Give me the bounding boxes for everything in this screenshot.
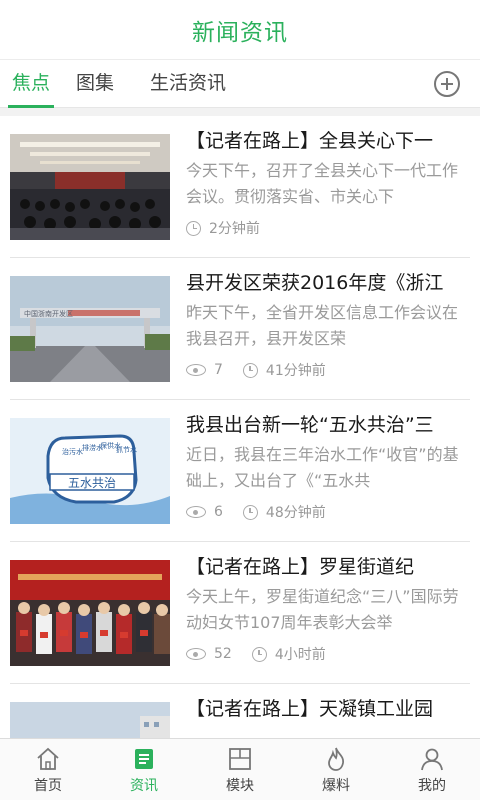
news-summary: 近日，我县在三年治水工作“收官”的基础上，又出台了《“五水共 xyxy=(186,445,459,490)
fist-word-4: 抓节水 xyxy=(116,445,137,454)
five-water-fist-logo: 五水共治 治污水 排涝水 保供水 抓节水 xyxy=(10,418,170,524)
awards-ceremony-photo xyxy=(10,560,170,666)
modules-icon xyxy=(229,748,251,770)
news-summary: 今天上午，罗星街道纪念“三八”国际劳动妇女节107周年表彰大会举 xyxy=(186,587,459,632)
meeting-hall-photo xyxy=(10,134,170,240)
news-title: 我县出台新一轮“五水共治”三 xyxy=(186,414,434,436)
tab-gallery[interactable]: 图集 xyxy=(76,60,114,108)
bottom-navigation: 首页 资讯 模块 爆料 我的 xyxy=(0,738,480,800)
news-item[interactable]: 【记者在路上】罗星街道纪 今天上午，罗星街道纪念“三八”国际劳动妇女节107周年… xyxy=(10,542,470,684)
nav-modules-label: 模块 xyxy=(226,778,254,794)
news-views: 6 xyxy=(214,504,223,520)
news-summary xyxy=(186,726,470,738)
tab-life-news[interactable]: 生活资讯 xyxy=(150,60,226,108)
clock-icon xyxy=(242,362,258,378)
nav-tips[interactable]: 爆料 xyxy=(288,739,384,800)
news-item[interactable]: 中国浙南开发区 县开发区荣获2016年度《浙江 昨天下午，全省开发区信息工作会议… xyxy=(10,258,470,400)
news-time: 2分钟前 xyxy=(209,221,260,237)
news-meta: 2分钟前 xyxy=(186,218,470,238)
gate-sign-text: 中国浙南开发区 xyxy=(24,309,73,318)
clock-icon xyxy=(242,504,258,520)
news-meta: 7 41分钟前 xyxy=(186,360,470,380)
user-icon xyxy=(421,748,443,771)
news-item[interactable]: 【记者在路上】全县关心下一 今天下午，召开了全县关心下一代工作会议。贯彻落实省、… xyxy=(10,116,470,258)
nav-news[interactable]: 资讯 xyxy=(96,739,192,800)
add-channel-icon[interactable] xyxy=(434,71,460,97)
news-meta: 6 48分钟前 xyxy=(186,502,470,522)
development-zone-gate-photo: 中国浙南开发区 xyxy=(10,276,170,382)
eye-icon xyxy=(186,506,206,518)
news-item[interactable]: 【记者在路上】天凝镇工业园 xyxy=(10,684,470,738)
category-tab-bar: 焦点 图集 生活资讯 xyxy=(0,60,480,108)
clock-icon xyxy=(186,220,201,236)
top-app-bar: 新闻资讯 xyxy=(0,0,480,60)
news-title: 【记者在路上】罗星街道纪 xyxy=(186,556,415,578)
news-title: 县开发区荣获2016年度《浙江 xyxy=(186,272,444,294)
nav-news-label: 资讯 xyxy=(130,778,158,794)
news-views: 52 xyxy=(214,646,232,662)
page-title: 新闻资讯 xyxy=(192,19,288,46)
tab-focus[interactable]: 焦点 xyxy=(7,60,55,108)
nav-tips-label: 爆料 xyxy=(322,778,350,794)
news-time: 4小时前 xyxy=(274,647,326,663)
fist-banner-text: 五水共治 xyxy=(68,476,116,490)
news-time: 41分钟前 xyxy=(265,363,326,379)
nav-profile-label: 我的 xyxy=(418,778,446,794)
flame-icon xyxy=(328,747,344,771)
news-time: 48分钟前 xyxy=(265,505,326,521)
eye-icon xyxy=(186,648,206,660)
eye-icon xyxy=(186,364,206,376)
clock-icon xyxy=(251,646,267,662)
news-feed[interactable]: 【记者在路上】全县关心下一 今天下午，召开了全县关心下一代工作会议。贯彻落实省、… xyxy=(0,108,480,738)
nav-home[interactable]: 首页 xyxy=(0,739,96,800)
industrial-park-photo xyxy=(10,702,170,738)
nav-modules[interactable]: 模块 xyxy=(192,739,288,800)
news-summary: 昨天下午，全省开发区信息工作会议在我县召开，县开发区荣 xyxy=(186,303,459,348)
news-title: 【记者在路上】天凝镇工业园 xyxy=(186,698,434,720)
nav-profile[interactable]: 我的 xyxy=(384,739,480,800)
news-title: 【记者在路上】全县关心下一 xyxy=(186,130,434,152)
nav-home-label: 首页 xyxy=(34,778,62,794)
news-item[interactable]: 五水共治 治污水 排涝水 保供水 抓节水 我县出台新一轮“五水共治”三 近日，我… xyxy=(10,400,470,542)
news-icon xyxy=(135,749,153,769)
news-meta: 52 4小时前 xyxy=(186,644,470,664)
home-icon xyxy=(37,747,59,770)
news-summary: 今天下午，召开了全县关心下一代工作会议。贯彻落实省、市关心下 xyxy=(186,161,459,206)
news-views: 7 xyxy=(214,362,223,378)
fist-word-1: 治污水 xyxy=(62,447,83,456)
